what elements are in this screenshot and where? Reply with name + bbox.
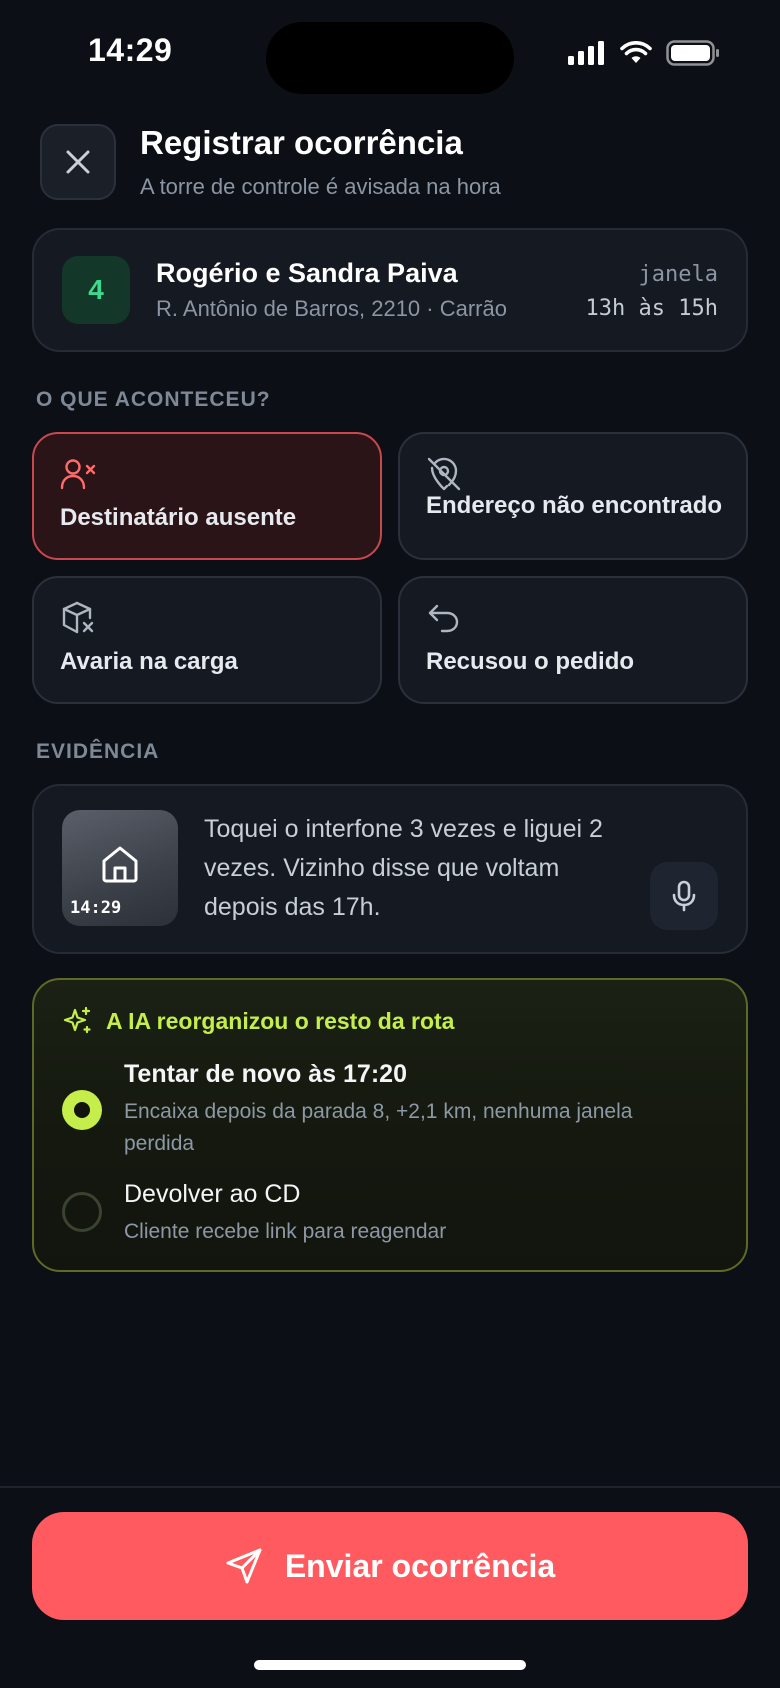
reason-label: Endereço não encontrado (426, 492, 723, 519)
stop-address: R. Antônio de Barros, 2210 · Carrão (156, 296, 507, 321)
microphone-icon (672, 880, 696, 912)
reason-label: Avaria na carga (60, 648, 238, 675)
status-time: 14:29 (88, 32, 173, 68)
section-label-evidence: EVIDÊNCIA (36, 740, 160, 763)
option-description: Cliente recebe link para reagendar (124, 1220, 447, 1243)
signal-icon (568, 41, 604, 65)
radio-unselected[interactable] (62, 1192, 102, 1232)
ai-option-retry[interactable]: Tentar de novo às 17:20 Encaixa depois d… (34, 1060, 746, 1170)
screen: 14:29 Registrar ocorrência A torre de co… (0, 0, 780, 1688)
undo-arrow-icon (426, 600, 462, 641)
window-label: janela (638, 262, 718, 287)
package-x-icon (60, 600, 96, 641)
voice-note-button[interactable] (650, 862, 718, 930)
page-subtitle: A torre de controle é avisada na hora (140, 174, 501, 199)
photo-timestamp: 14:29 (70, 898, 122, 918)
home-indicator (254, 1660, 526, 1670)
ai-title: A IA reorganizou o resto da rota (106, 1007, 455, 1034)
dynamic-island (266, 22, 514, 94)
reason-recipient-absent[interactable]: Destinatário ausente (32, 432, 382, 560)
send-icon (226, 1548, 262, 1584)
evidence-note[interactable]: Toquei o interfone 3 vezes e liguei 2 ve… (204, 810, 634, 927)
stop-number-badge: 4 (62, 256, 130, 324)
ai-option-return-to-cd[interactable]: Devolver ao CD Cliente recebe link para … (34, 1180, 746, 1260)
section-label-reasons: O QUE ACONTECEU? (36, 388, 271, 411)
page-title: Registrar ocorrência (140, 124, 463, 161)
ai-reroute-card: A IA reorganizou o resto da rota Tentar … (32, 978, 748, 1272)
reason-label: Destinatário ausente (60, 504, 297, 531)
bottom-divider (0, 1486, 780, 1488)
status-icons (568, 40, 720, 66)
stop-recipient-name: Rogério e Sandra Paiva (156, 258, 458, 288)
option-title: Devolver ao CD (124, 1180, 301, 1208)
window-time: 13h às 15h (585, 296, 718, 321)
close-icon (66, 150, 90, 174)
ai-header: A IA reorganizou o resto da rota (62, 1006, 454, 1036)
close-button[interactable] (40, 124, 116, 200)
reason-order-refused[interactable]: Recusou o pedido (398, 576, 748, 704)
option-description: Encaixa depois da parada 8, +2,1 km, nen… (124, 1100, 633, 1155)
radio-selected[interactable] (62, 1090, 102, 1130)
evidence-card: 14:29 Toquei o interfone 3 vezes e ligue… (32, 784, 748, 954)
battery-icon (666, 40, 719, 66)
send-report-button[interactable]: Enviar ocorrência (32, 1512, 748, 1620)
user-x-icon (60, 456, 96, 497)
wifi-icon (620, 41, 652, 63)
stop-card: 4 Rogério e Sandra Paiva R. Antônio de B… (32, 228, 748, 352)
home-icon (100, 844, 140, 889)
reason-label: Recusou o pedido (426, 648, 635, 675)
reason-cargo-damage[interactable]: Avaria na carga (32, 576, 382, 704)
option-title: Tentar de novo às 17:20 (124, 1060, 407, 1088)
send-report-label: Enviar ocorrência (284, 1547, 556, 1584)
sparkles-icon (63, 1006, 91, 1034)
evidence-photo[interactable]: 14:29 (62, 810, 178, 926)
reason-address-not-found[interactable]: Endereço não encontrado (398, 432, 748, 560)
